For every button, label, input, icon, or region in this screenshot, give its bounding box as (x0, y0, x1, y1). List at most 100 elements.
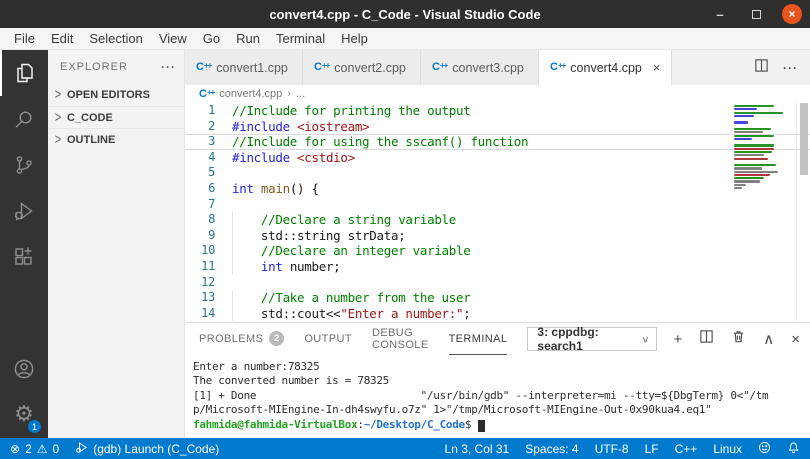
account-icon[interactable] (0, 346, 48, 392)
status-linux[interactable]: Linux (713, 442, 742, 456)
code-editor[interactable]: 1 //Include for printing the output 2 #incl… (185, 103, 810, 322)
terminal-picker-dropdown[interactable]: 3: cppdbg: search1 ∨ (527, 325, 658, 353)
maximize-panel-icon[interactable]: ∧ (763, 332, 774, 347)
code-token: #include (232, 118, 290, 134)
close-panel-icon[interactable]: × (791, 332, 800, 347)
status-lf[interactable]: LF (645, 442, 659, 456)
settings-badge: 1 (28, 420, 41, 433)
menu-item-selection[interactable]: Selection (81, 28, 150, 49)
split-editor-icon[interactable] (754, 58, 769, 78)
debug-icon (75, 441, 88, 457)
menu-item-view[interactable]: View (151, 28, 195, 49)
sidebar-section-open-editors[interactable]: > OPEN EDITORS (48, 84, 184, 106)
code-text: int number; (232, 259, 341, 275)
minimap-line (734, 131, 763, 134)
panel-tab-label: DEBUG CONSOLE (371, 326, 429, 351)
close-icon[interactable]: × (653, 60, 661, 75)
menu-item-go[interactable]: Go (195, 28, 228, 49)
debug-launch-status[interactable]: (gdb) Launch (C_Code) (75, 441, 219, 457)
extensions-icon[interactable] (0, 234, 48, 280)
minimize-button[interactable]: – (710, 7, 730, 22)
line-number: 10 (201, 243, 215, 258)
minimap-line (734, 121, 748, 124)
code-token: //Include for using the sscanf() functio… (232, 134, 529, 150)
line-number: 8 (208, 212, 215, 227)
code-token: <iostream> (297, 118, 370, 134)
code-text: std::string strData; (232, 228, 406, 244)
menu-item-help[interactable]: Help (333, 28, 376, 49)
menu-item-edit[interactable]: Edit (43, 28, 81, 49)
more-actions-icon[interactable]: ··· (783, 61, 798, 75)
chevron-down-icon: ∨ (641, 334, 650, 345)
line-number: 7 (208, 196, 215, 211)
sidebar-section-outline[interactable]: > OUTLINE (48, 128, 184, 150)
sidebar-section-c-code[interactable]: > C_CODE (48, 106, 184, 128)
code-text: //Take a number from the user (232, 290, 471, 306)
scrollbar-thumb[interactable] (800, 103, 808, 175)
status-utf-8[interactable]: UTF-8 (595, 442, 629, 456)
line-number: 4 (208, 149, 215, 164)
minimap-line (734, 144, 774, 147)
sidebar-section-label: OPEN EDITORS (67, 89, 150, 101)
breadcrumb-file[interactable]: convert4.cpp (219, 88, 282, 100)
minimap[interactable] (734, 105, 790, 190)
source-control-icon[interactable] (0, 142, 48, 188)
panel-header: PROBLEMS 2 OUTPUT DEBUG CONSOLE TERMINAL 3: … (185, 323, 810, 355)
tab-convert2-cpp[interactable]: C++ convert2.cpp (303, 50, 421, 85)
code-token: "Enter a number:" (340, 305, 464, 321)
run-and-debug-icon[interactable] (0, 188, 48, 234)
minimap-line (734, 180, 760, 183)
search-icon[interactable] (0, 96, 48, 142)
tab-convert1-cpp[interactable]: C++ convert1.cpp (185, 50, 303, 85)
line-number: 6 (208, 180, 215, 195)
panel-tab-problems[interactable]: PROBLEMS 2 (199, 323, 285, 355)
titlebar[interactable]: convert4.cpp - C_Code - Visual Studio Co… (0, 0, 810, 28)
explorer-icon[interactable] (0, 50, 48, 96)
feedback-icon[interactable] (758, 441, 771, 457)
terminal[interactable]: Enter a number:78325 The converted number… (185, 355, 810, 438)
close-button[interactable]: × (782, 4, 802, 24)
tab-bar: C++ convert1.cpp C++ convert2.cpp C++ convert… (185, 50, 810, 85)
code-line-6: 6 int main() { (185, 181, 810, 197)
tab-convert3-cpp[interactable]: C++ convert3.cpp (421, 50, 539, 85)
more-actions-icon[interactable]: ··· (161, 60, 176, 74)
menu-item-terminal[interactable]: Terminal (268, 28, 333, 49)
code-line-7: 7 (185, 197, 810, 213)
problems-status[interactable]: ⊗ 2 ⚠ 0 (10, 442, 59, 456)
minimap-line (734, 114, 754, 118)
code-text: #include <cstdio> (232, 150, 355, 166)
maximize-button[interactable] (746, 7, 766, 22)
code-text: #include <iostream> (232, 118, 370, 135)
breadcrumb[interactable]: C++ convert4.cpp › ... (185, 85, 810, 103)
tab-convert4-cpp[interactable]: C++ convert4.cpp × (539, 50, 673, 85)
status-right-items: Ln 3, Col 31 Spaces: 4 UTF-8 LF C++ Linux (445, 442, 742, 456)
terminal-text: $ (464, 417, 478, 431)
notifications-bell-icon[interactable] (787, 441, 800, 457)
line-number: 13 (201, 290, 215, 305)
status-c[interactable]: C++ (675, 442, 698, 456)
terminal-text: fahmida@fahmida-VirtualBox (193, 417, 358, 431)
code-line-13: 13 //Take a number from the user (185, 290, 810, 306)
code-token: //Take a number from the user (260, 290, 471, 306)
panel-tab-output[interactable]: OUTPUT (304, 323, 352, 355)
tab-label: convert2.cpp (334, 60, 406, 75)
menu-item-run[interactable]: Run (228, 28, 268, 49)
status-ln-3-col-31[interactable]: Ln 3, Col 31 (445, 442, 510, 456)
panel-tab-debug-console[interactable]: DEBUG CONSOLE (372, 323, 429, 355)
code-token: std::cout<< (232, 305, 341, 321)
menu-item-file[interactable]: File (6, 28, 43, 49)
code-line-4: 4 #include <cstdio> (185, 150, 810, 166)
terminal-text: The converted number is = 78325 (193, 374, 389, 388)
panel-tabs: PROBLEMS 2 OUTPUT DEBUG CONSOLE TERMINAL (199, 323, 527, 355)
kill-terminal-icon[interactable] (731, 329, 746, 349)
panel-tab-terminal[interactable]: TERMINAL (448, 323, 508, 355)
editor-scrollbar[interactable] (796, 103, 810, 322)
split-terminal-icon[interactable] (699, 329, 714, 349)
panel-tab-label: OUTPUT (304, 332, 352, 345)
status-spaces-4[interactable]: Spaces: 4 (525, 442, 578, 456)
settings-gear-icon[interactable]: ⚙ 1 (0, 392, 48, 438)
breadcrumb-more[interactable]: ... (296, 88, 305, 100)
new-terminal-icon[interactable]: + (673, 332, 682, 347)
